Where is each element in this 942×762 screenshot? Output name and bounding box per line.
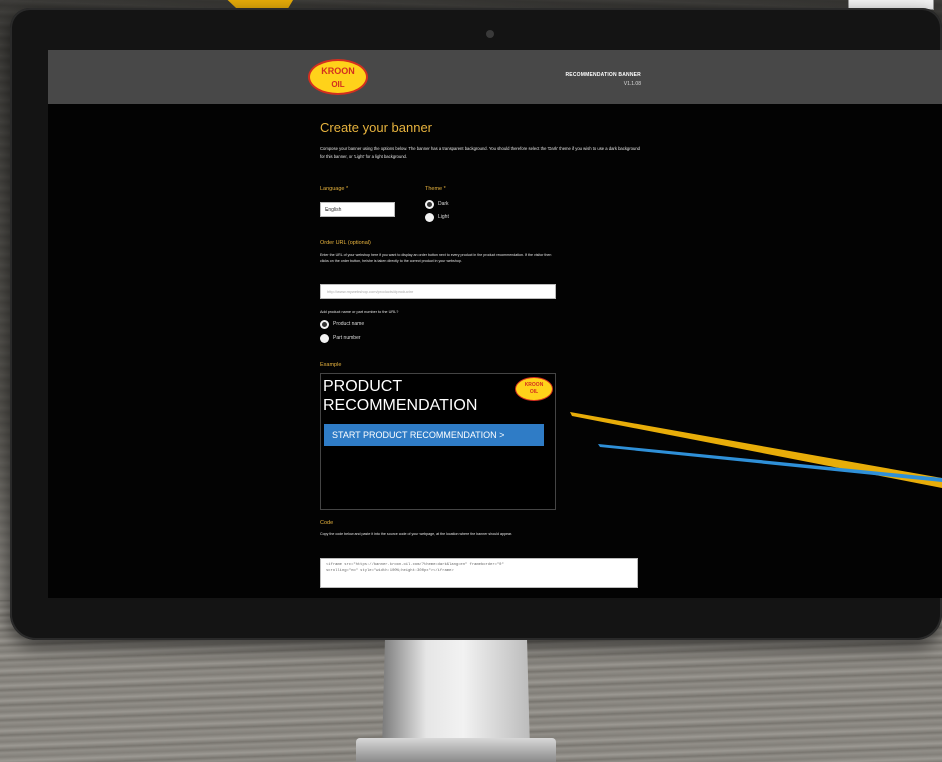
monitor-stand [382, 640, 530, 750]
monitor-stand-base [356, 738, 556, 762]
decorative-yellow-line [570, 412, 942, 488]
